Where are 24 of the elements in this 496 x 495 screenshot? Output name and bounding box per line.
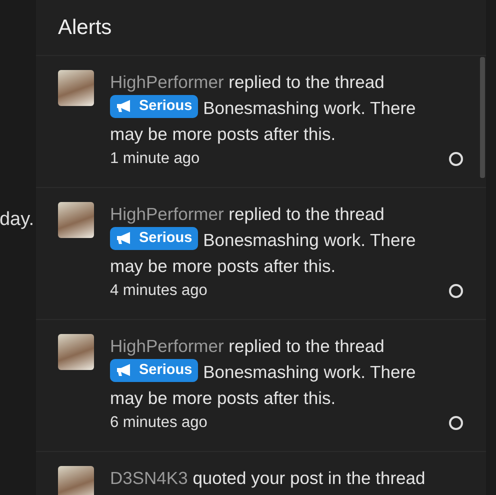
alert-time: 4 minutes ago [110,281,208,301]
alert-time: 1 minute ago [110,149,201,169]
prefix-label: Serious [110,359,198,382]
mark-unread-toggle[interactable] [449,284,463,298]
background-text: day. [0,209,34,232]
panel-title: Alerts [58,16,112,40]
avatar-image[interactable] [58,70,94,106]
avatar-image[interactable] [58,466,94,495]
mark-unread-toggle[interactable] [449,416,463,430]
prefix-label: Serious [110,95,198,118]
username-link[interactable]: HighPerformer [110,72,224,92]
alert-message: D3SN4K3 quoted your post in the thread [110,467,426,490]
alert-time: 6 minutes ago [110,413,208,433]
username-link[interactable]: HighPerformer [110,336,224,356]
username-link[interactable]: HighPerformer [110,204,224,224]
username-link[interactable]: D3SN4K3 [110,468,188,488]
mark-unread-toggle[interactable] [449,152,463,166]
alert-message: HighPerformer replied to the thread Serious Bonesmashing work. There may be more posts after this. [110,71,417,146]
scrollbar-thumb[interactable] [480,57,485,178]
avatar-image[interactable] [58,334,94,370]
alert-message: HighPerformer replied to the thread Serious Bonesmashing work. There may be more posts after this. [110,203,417,278]
prefix-label: Serious [110,227,198,250]
alert-message: HighPerformer replied to the thread Serious Bonesmashing work. There may be more posts after this. [110,335,417,410]
avatar-image[interactable] [58,202,94,238]
